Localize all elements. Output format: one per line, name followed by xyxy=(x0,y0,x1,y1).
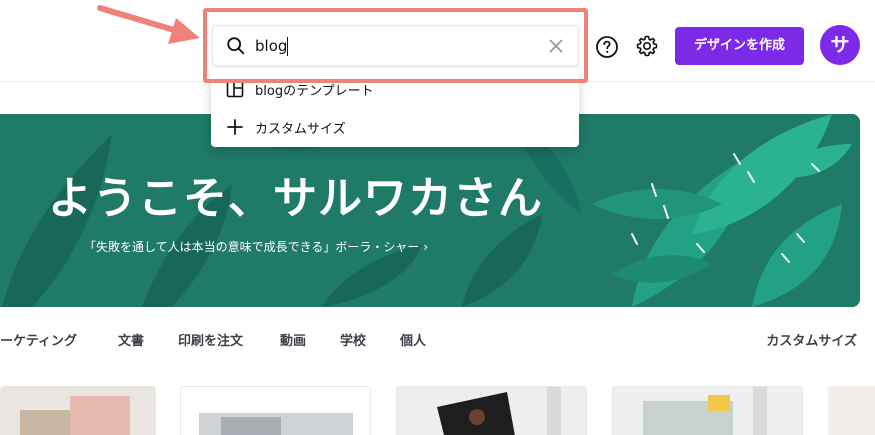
card-thumbnail xyxy=(613,387,802,435)
template-card[interactable] xyxy=(612,386,803,435)
app-root: デザインを作成 サ blogのテンプレート カスタムサイズ xyxy=(0,0,875,435)
annotation-arrow xyxy=(97,5,200,44)
create-design-button[interactable]: デザインを作成 xyxy=(675,27,804,65)
card-thumbnail xyxy=(0,386,156,435)
tab-custom-size[interactable]: カスタムサイズ xyxy=(766,330,857,349)
suggestion-label: カスタムサイズ xyxy=(255,122,346,137)
gear-icon[interactable] xyxy=(635,34,659,58)
template-card[interactable] xyxy=(396,386,587,435)
tab-marketing[interactable]: ーケティング xyxy=(0,330,77,349)
avatar[interactable]: サ xyxy=(820,25,860,65)
tab-print-order[interactable]: 印刷を注文 xyxy=(178,330,243,349)
tab-video[interactable]: 動画 xyxy=(280,330,306,349)
tab-school[interactable]: 学校 xyxy=(340,330,366,349)
plus-icon xyxy=(227,119,243,135)
category-tabs: ーケティング 文書 印刷を注文 動画 学校 個人 xyxy=(0,330,875,354)
template-card[interactable] xyxy=(828,386,875,435)
card-thumbnail xyxy=(199,413,353,435)
tab-personal[interactable]: 個人 xyxy=(400,330,426,349)
daily-quote-link[interactable]: 「失敗を通して人は本当の意味で成長できる」ボーラ・シャー › xyxy=(84,238,428,255)
template-card[interactable] xyxy=(0,386,156,435)
tab-documents[interactable]: 文書 xyxy=(118,330,144,349)
help-icon[interactable] xyxy=(595,35,619,59)
welcome-title: ようこそ、サルワカさん xyxy=(48,173,543,224)
template-card[interactable] xyxy=(180,386,371,435)
card-thumbnail xyxy=(397,387,586,435)
search-highlight-frame xyxy=(203,8,588,83)
suggestion-custom-size[interactable]: カスタムサイズ xyxy=(211,108,579,146)
